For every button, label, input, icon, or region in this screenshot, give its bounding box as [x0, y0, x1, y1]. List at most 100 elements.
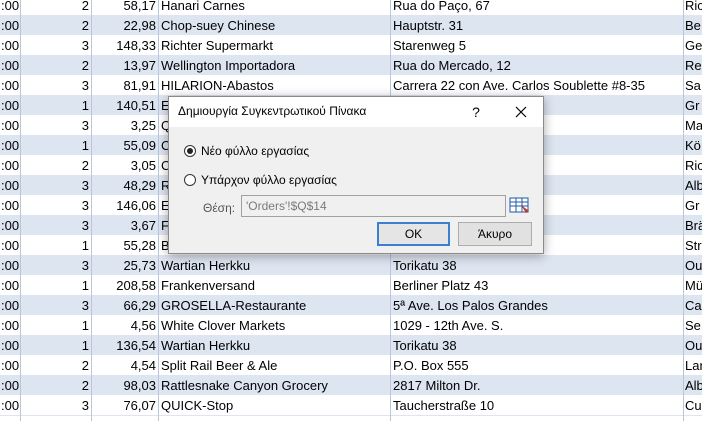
amount-cell[interactable]: 148,33 — [92, 36, 158, 56]
radio-button-new[interactable] — [184, 145, 196, 157]
city-cell[interactable]: Ou — [684, 256, 702, 276]
amount-cell[interactable]: 48,29 — [92, 176, 158, 196]
company-cell[interactable]: Wellington Importadora — [159, 56, 390, 76]
ok-button[interactable]: OK — [377, 222, 450, 246]
time-cell[interactable]: :00 — [0, 76, 20, 96]
time-cell[interactable]: :00 — [0, 336, 20, 356]
time-cell[interactable]: :00 — [0, 256, 20, 276]
time-cell[interactable]: :00 — [0, 36, 20, 56]
cancel-button[interactable]: Άκυρο — [458, 222, 532, 246]
amount-cell[interactable]: 3,67 — [92, 216, 158, 236]
radio-button-existing[interactable] — [184, 174, 196, 186]
amount-cell[interactable]: 66,29 — [92, 296, 158, 316]
address-cell[interactable]: Starenweg 5 — [391, 36, 683, 56]
quantity-cell[interactable]: 3 — [20, 176, 91, 196]
time-cell[interactable]: :00 — [0, 216, 20, 236]
table-row[interactable]: :00 3 81,91 HILARION-Abastos Carrera 22 con … — [0, 76, 702, 96]
time-cell[interactable]: :00 — [0, 136, 20, 156]
amount-cell[interactable]: 76,07 — [92, 396, 158, 416]
quantity-cell[interactable]: 2 — [20, 156, 91, 176]
city-cell[interactable]: Ca — [684, 296, 702, 316]
quantity-cell[interactable]: 1 — [20, 236, 91, 256]
city-cell[interactable]: Alb — [684, 176, 702, 196]
address-cell[interactable]: P.O. Box 555 — [391, 356, 683, 376]
address-cell[interactable]: Taucherstraße 10 — [391, 396, 683, 416]
city-cell[interactable]: Gr — [684, 196, 702, 216]
time-cell[interactable]: :00 — [0, 96, 20, 116]
amount-cell[interactable]: 136,54 — [92, 336, 158, 356]
table-row[interactable]: :00 2 58,17 Hanari Carnes Rua do Paço, 67 Ric — [0, 0, 702, 16]
amount-cell[interactable]: 25,73 — [92, 256, 158, 276]
amount-cell[interactable]: 3,05 — [92, 156, 158, 176]
amount-cell[interactable]: 81,91 — [92, 76, 158, 96]
time-cell[interactable]: :00 — [0, 236, 20, 256]
address-cell[interactable]: Carrera 22 con Ave. Carlos Soublette #8-… — [391, 76, 683, 96]
company-cell[interactable]: White Clover Markets — [159, 316, 390, 336]
address-cell[interactable]: Rua do Mercado, 12 — [391, 56, 683, 76]
company-cell[interactable]: Split Rail Beer & Ale — [159, 356, 390, 376]
table-row[interactable]: :00 3 66,29 GROSELLA-Restaurante 5ª Ave. Los… — [0, 296, 702, 316]
amount-cell[interactable]: 146,06 — [92, 196, 158, 216]
amount-cell[interactable]: 208,58 — [92, 276, 158, 296]
table-row[interactable]: :00 1 4,56 White Clover Markets 1029 - 12th … — [0, 316, 702, 336]
time-cell[interactable]: :00 — [0, 356, 20, 376]
company-cell[interactable]: Chop-suey Chinese — [159, 16, 390, 36]
time-cell[interactable]: :00 — [0, 176, 20, 196]
amount-cell[interactable]: 55,09 — [92, 136, 158, 156]
time-cell[interactable]: :00 — [0, 316, 20, 336]
address-cell[interactable]: 2817 Milton Dr. — [391, 376, 683, 396]
company-cell[interactable]: HILARION-Abastos — [159, 76, 390, 96]
city-cell[interactable]: Lar — [684, 356, 702, 376]
city-cell[interactable]: Ou — [684, 336, 702, 356]
city-cell[interactable]: Ric — [684, 156, 702, 176]
time-cell[interactable]: :00 — [0, 156, 20, 176]
city-cell[interactable]: Ric — [684, 0, 702, 16]
close-button[interactable] — [510, 101, 532, 123]
amount-cell[interactable]: 4,54 — [92, 356, 158, 376]
company-cell[interactable]: Wartian Herkku — [159, 256, 390, 276]
company-cell[interactable]: GROSELLA-Restaurante — [159, 296, 390, 316]
table-row[interactable]: :00 1 136,54 Wartian Herkku Torikatu 38 Ou — [0, 336, 702, 356]
address-cell[interactable]: Torikatu 38 — [391, 256, 683, 276]
time-cell[interactable]: :00 — [0, 0, 20, 16]
table-row[interactable]: :00 1 208,58 Frankenversand Berliner Platz 4… — [0, 276, 702, 296]
location-input[interactable]: 'Orders'!$Q$14 — [241, 195, 506, 217]
time-cell[interactable]: :00 — [0, 396, 20, 416]
company-cell[interactable]: QUICK-Stop — [159, 396, 390, 416]
city-cell[interactable]: Be — [684, 16, 702, 36]
time-cell[interactable]: :00 — [0, 116, 20, 136]
city-cell[interactable]: Alb — [684, 376, 702, 396]
amount-cell[interactable]: 4,56 — [92, 316, 158, 336]
address-cell[interactable]: Torikatu 38 — [391, 336, 683, 356]
table-row[interactable]: :00 3 148,33 Richter Supermarkt Starenweg 5G… — [0, 36, 702, 56]
quantity-cell[interactable]: 3 — [20, 196, 91, 216]
quantity-cell[interactable]: 3 — [20, 36, 91, 56]
quantity-cell[interactable]: 1 — [20, 336, 91, 356]
city-cell[interactable]: Sa — [684, 76, 702, 96]
time-cell[interactable]: :00 — [0, 276, 20, 296]
quantity-cell[interactable]: 3 — [20, 76, 91, 96]
table-row[interactable]: :00 2 98,03 Rattlesnake Canyon Grocery 2817 … — [0, 376, 702, 396]
city-cell[interactable]: Str — [684, 236, 702, 256]
amount-cell[interactable]: 22,98 — [92, 16, 158, 36]
quantity-cell[interactable]: 1 — [20, 96, 91, 116]
city-cell[interactable]: Cu — [684, 396, 702, 416]
company-cell[interactable]: Rattlesnake Canyon Grocery — [159, 376, 390, 396]
range-selector-button[interactable] — [509, 195, 533, 217]
city-cell[interactable]: Brä — [684, 216, 702, 236]
city-cell[interactable]: Ma — [684, 116, 702, 136]
quantity-cell[interactable]: 3 — [20, 296, 91, 316]
help-button[interactable]: ? — [465, 101, 487, 123]
quantity-cell[interactable]: 3 — [20, 216, 91, 236]
table-row[interactable]: :00 2 22,98 Chop-suey Chinese Hauptstr. 31 Be — [0, 16, 702, 36]
quantity-cell[interactable]: 1 — [20, 316, 91, 336]
amount-cell[interactable]: 58,17 — [92, 0, 158, 16]
time-cell[interactable]: :00 — [0, 16, 20, 36]
amount-cell[interactable]: 55,28 — [92, 236, 158, 256]
table-row[interactable]: :00 3 25,73 Wartian Herkku Torikatu 38 Ou — [0, 256, 702, 276]
quantity-cell[interactable]: 2 — [20, 0, 91, 16]
address-cell[interactable]: 1029 - 12th Ave. S. — [391, 316, 683, 336]
company-cell[interactable]: Richter Supermarkt — [159, 36, 390, 56]
city-cell[interactable]: Gr — [684, 96, 702, 116]
address-cell[interactable]: Hauptstr. 31 — [391, 16, 683, 36]
